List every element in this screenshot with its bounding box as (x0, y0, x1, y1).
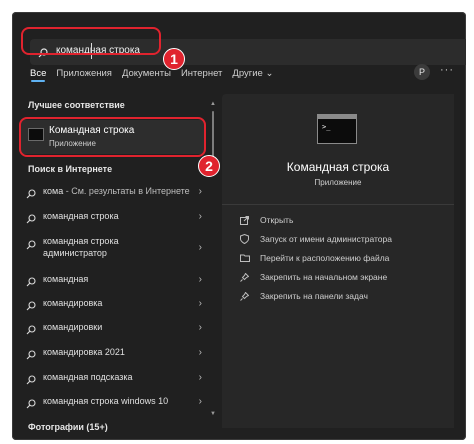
web-result-item[interactable]: командная › (20, 271, 206, 289)
web-result-item[interactable]: кома - См. результаты в Интернете › (20, 183, 206, 201)
search-icon (26, 274, 36, 292)
search-icon (26, 347, 36, 365)
shield-icon (240, 234, 252, 244)
web-result-item[interactable]: командировка › (20, 295, 206, 313)
preview-divider (222, 204, 454, 205)
web-result-item[interactable]: командная строка › (20, 208, 206, 226)
chevron-right-icon: › (198, 347, 202, 358)
search-highlight (21, 27, 161, 55)
chevron-right-icon: › (198, 396, 202, 407)
web-result-item[interactable]: командная подсказка › (20, 369, 206, 387)
tab-apps[interactable]: Приложения (56, 68, 112, 79)
best-match-highlight (19, 117, 206, 157)
active-tab-indicator (31, 80, 45, 82)
tab-web[interactable]: Интернет (181, 68, 222, 79)
chevron-right-icon: › (198, 211, 202, 222)
tab-more[interactable]: Другие ⌄ (232, 68, 273, 79)
tab-documents[interactable]: Документы (122, 68, 171, 79)
preview-panel: >_ Командная строка Приложение Открыть З… (222, 94, 454, 428)
web-result-text: командная (43, 274, 89, 284)
chevron-right-icon: › (198, 298, 202, 309)
results-scrollbar[interactable]: ▲ ▼ (210, 101, 216, 427)
web-result-item[interactable]: командная строка windows 10 › (20, 393, 206, 411)
search-icon (26, 298, 36, 316)
web-result-hint: - См. результаты в Интернете (63, 186, 190, 196)
action-open-location[interactable]: Перейти к расположению файла (240, 251, 389, 265)
filter-tabs: Все Приложения Документы Интернет Другие… (30, 66, 283, 80)
web-result-item[interactable]: командная строка администратор › (20, 234, 206, 262)
web-result-text-line2: администратор (43, 248, 107, 258)
action-run-as-admin[interactable]: Запуск от имени администратора (240, 232, 392, 246)
tab-all[interactable]: Все (30, 68, 46, 79)
search-icon (26, 186, 36, 204)
web-result-text: командная строка windows 10 (43, 396, 169, 406)
web-result-text: командная строка (43, 211, 119, 221)
web-result-text: командная строка (43, 236, 119, 246)
open-icon (240, 215, 252, 225)
web-result-item[interactable]: командировки › (20, 319, 206, 337)
pin-icon (240, 291, 252, 301)
pin-icon (240, 272, 252, 282)
web-result-text: командировка 2021 (43, 347, 125, 357)
web-result-text: командировки (43, 322, 103, 332)
web-result-text: командировка (43, 298, 103, 308)
chevron-right-icon: › (198, 372, 202, 383)
best-match-heading: Лучшее соответствие (28, 100, 125, 110)
preview-subtitle: Приложение (314, 178, 362, 187)
step-badge-1: 1 (163, 48, 185, 70)
action-pin-taskbar[interactable]: Закрепить на панели задач (240, 289, 368, 303)
search-icon (26, 237, 36, 255)
cmd-app-large-icon: >_ (317, 114, 357, 144)
web-result-text: командная подсказка (43, 372, 133, 382)
photos-heading: Фотографии (15+) (28, 422, 108, 432)
web-result-item[interactable]: командировка 2021 › (20, 344, 206, 362)
scroll-down-icon[interactable]: ▼ (210, 411, 216, 417)
action-pin-start[interactable]: Закрепить на начальном экране (240, 270, 387, 284)
web-search-heading: Поиск в Интернете (28, 164, 113, 174)
chevron-right-icon: › (198, 274, 202, 285)
chevron-right-icon: › (198, 186, 202, 197)
chevron-right-icon: › (198, 322, 202, 333)
search-icon (26, 396, 36, 414)
web-result-text: кома (43, 186, 64, 196)
step-badge-2: 2 (198, 155, 220, 177)
scroll-up-icon[interactable]: ▲ (210, 101, 216, 107)
search-icon (26, 372, 36, 390)
search-icon (26, 322, 36, 340)
search-icon (26, 211, 36, 229)
chevron-right-icon: › (198, 242, 202, 253)
action-open[interactable]: Открыть (240, 213, 293, 227)
folder-icon (240, 254, 252, 262)
avatar[interactable]: P (414, 64, 430, 80)
more-options-icon[interactable]: ··· (440, 64, 454, 76)
preview-title: Командная строка (286, 160, 390, 174)
